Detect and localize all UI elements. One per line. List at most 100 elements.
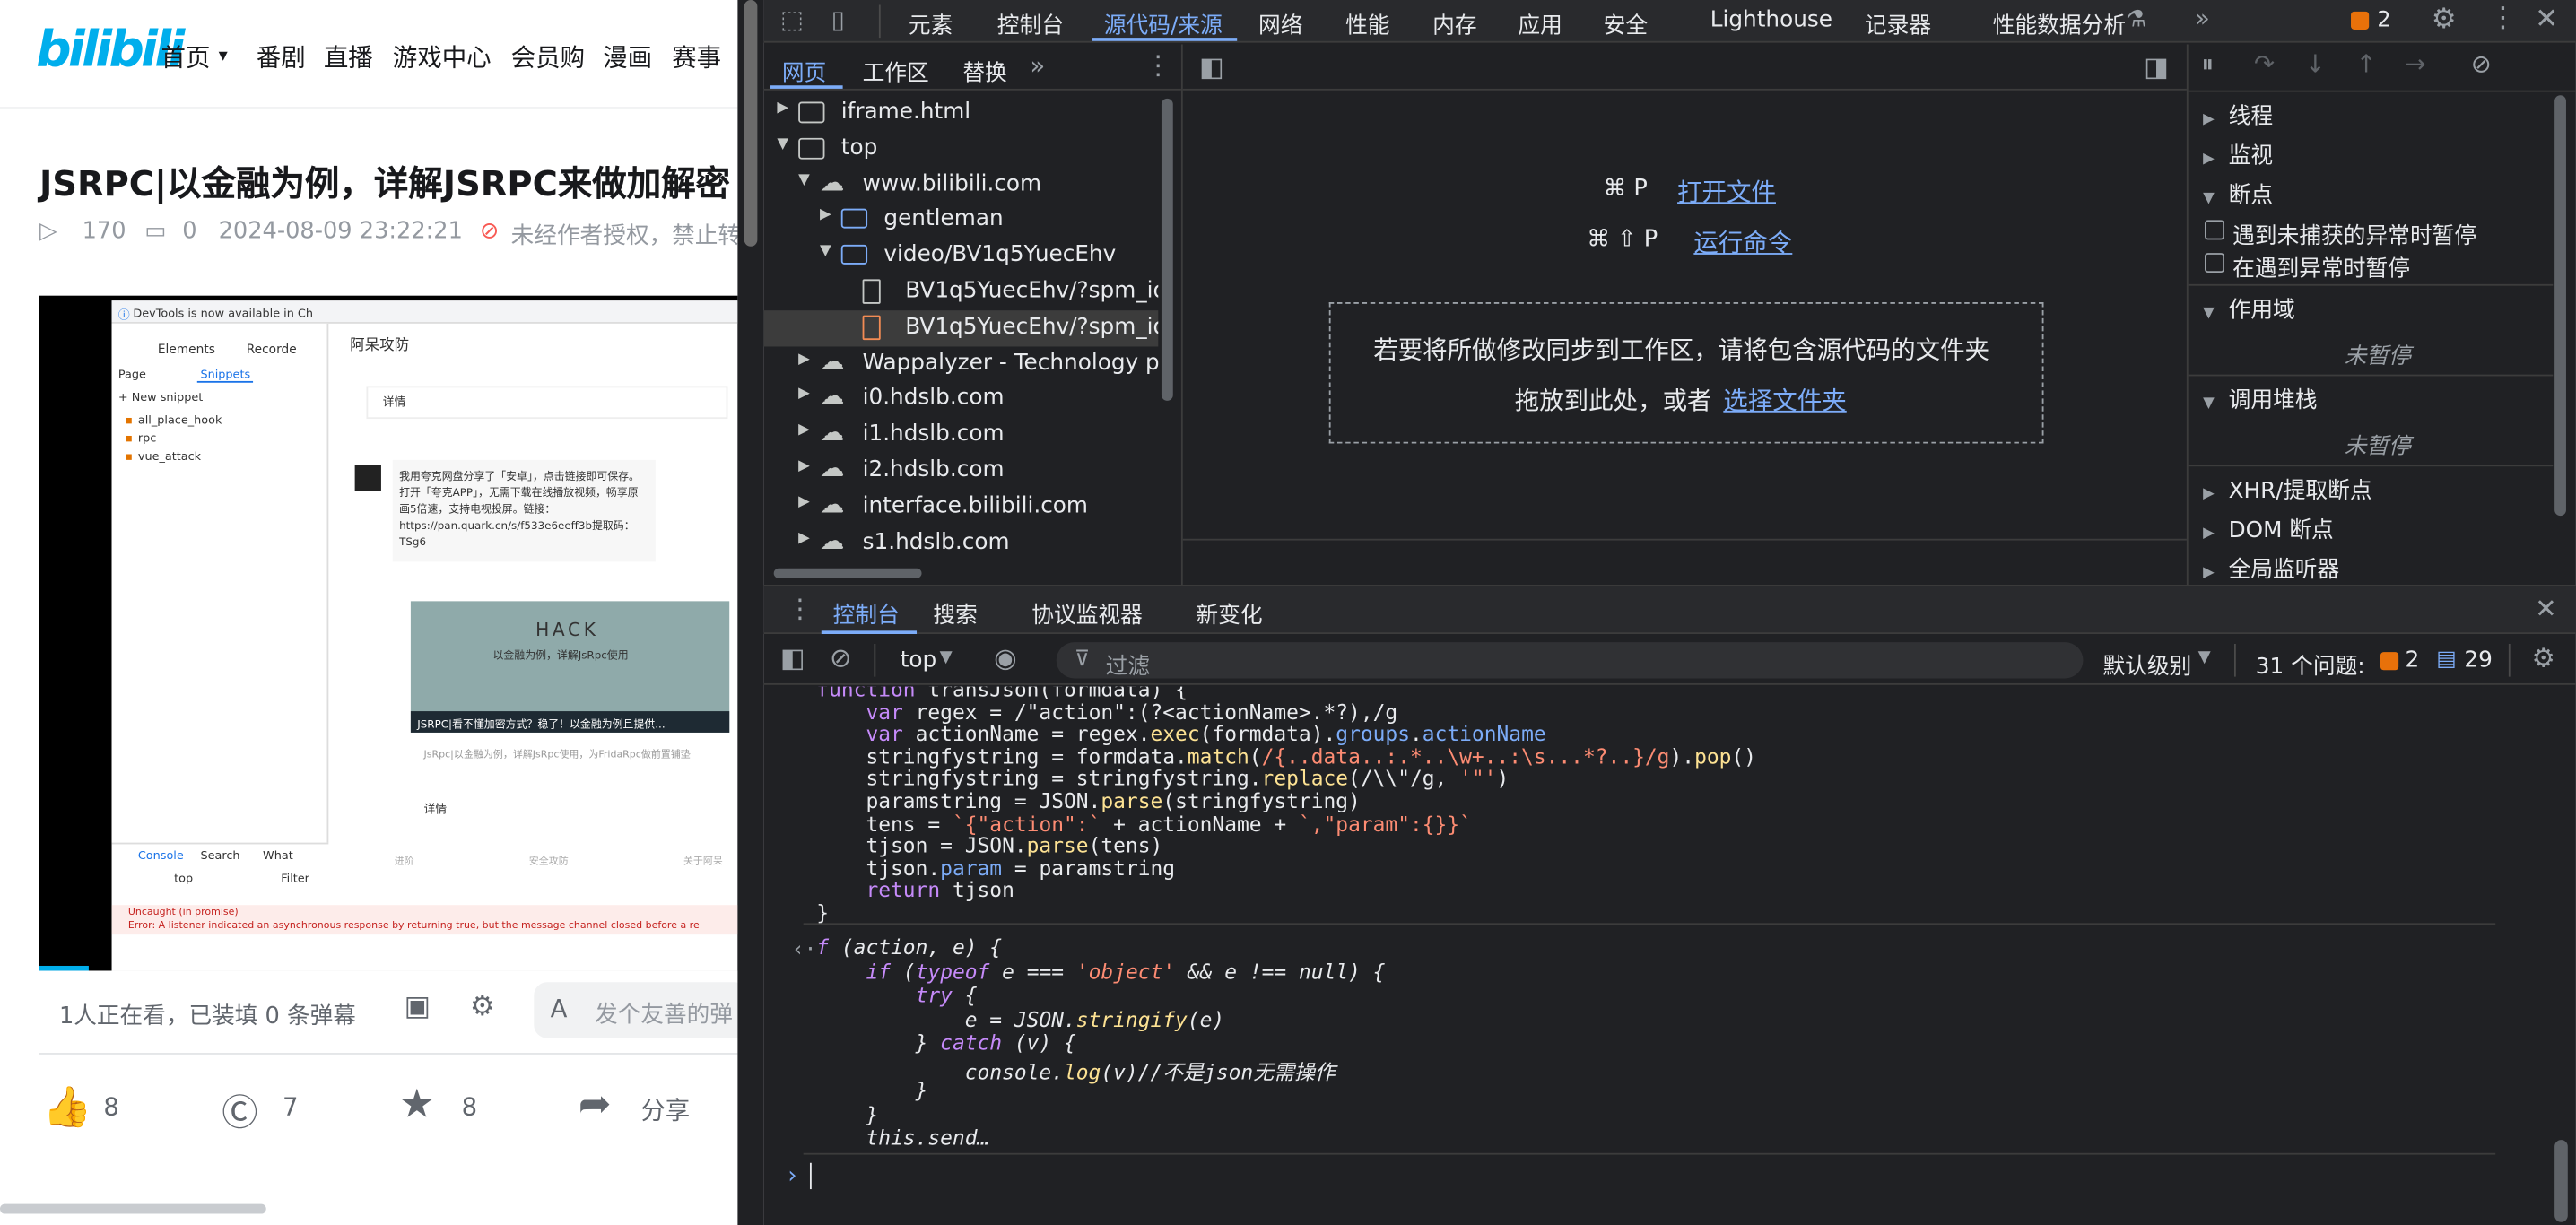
console-result-line[interactable]: this.send… <box>816 1125 989 1150</box>
tree-item[interactable]: ▶ ☁ interface.bilibili.com <box>764 489 1159 525</box>
tab-application[interactable]: 应用 <box>1518 6 1562 39</box>
tree-item[interactable]: ▶ ☁ i2.hdslb.com <box>764 454 1159 490</box>
context-dropdown-icon[interactable]: ▼ <box>940 649 953 666</box>
nav-games[interactable]: 游戏中心 <box>393 39 492 74</box>
nav-home[interactable]: 首页 <box>161 39 210 74</box>
pause-uncaught-checkbox[interactable] <box>2205 220 2224 240</box>
chevron-right-icon[interactable]: ▶ <box>777 100 788 117</box>
nav-manga[interactable]: 漫画 <box>603 39 652 74</box>
tab-network[interactable]: 网络 <box>1258 6 1302 39</box>
drawer-tab-changes[interactable]: 新变化 <box>1196 596 1262 629</box>
drawer-tab-search[interactable]: 搜索 <box>933 596 977 629</box>
deactivate-breakpoints-icon[interactable]: ⊘ <box>2471 52 2492 77</box>
select-folder-link[interactable]: 选择文件夹 <box>1723 383 1846 417</box>
step-into-icon[interactable]: ↓ <box>2305 52 2326 77</box>
navigator-menu-icon[interactable]: ⋮ <box>1145 52 1171 79</box>
tree-item[interactable]: BV1q5YuecEhv/?spm_id_ <box>764 274 1158 310</box>
tree-item[interactable]: ▶ ☁ Wappalyzer - Technology pro <box>764 346 1158 382</box>
nav-tab-workspace[interactable]: 工作区 <box>863 54 929 87</box>
tree-item[interactable]: ▼ top <box>764 131 1159 167</box>
like-icon[interactable]: 👍 <box>43 1084 92 1130</box>
nav-live[interactable]: 直播 <box>324 39 373 74</box>
device-toolbar-icon[interactable]: ▯ <box>831 7 845 32</box>
tree-item[interactable]: ▼ video/BV1q5YuecEhv <box>764 239 1159 274</box>
issues-label[interactable]: 31 个问题: <box>2256 647 2365 680</box>
more-nav-icon[interactable]: » <box>1030 54 1045 78</box>
tree-item[interactable]: ▶ ☁ i0.hdslb.com <box>764 382 1159 418</box>
nav-esports[interactable]: 赛事 <box>672 39 721 74</box>
tab-perf-insights[interactable]: 性能数据分析 <box>1993 6 2126 39</box>
pause-caught-checkbox[interactable] <box>2205 253 2224 274</box>
toggle-navigator-icon[interactable]: ◧ <box>1199 54 1224 80</box>
tab-elements[interactable]: 元素 <box>909 6 953 39</box>
nav-mall[interactable]: 会员购 <box>511 39 585 74</box>
open-file-link[interactable]: 打开文件 <box>1677 174 1776 208</box>
tab-performance[interactable]: 性能 <box>1345 6 1389 39</box>
step-out-icon[interactable]: ↑ <box>2356 52 2377 77</box>
run-command-link[interactable]: 运行命令 <box>1693 225 1792 259</box>
tab-console[interactable]: 控制台 <box>997 6 1064 39</box>
issue-count[interactable]: 2 <box>2377 8 2390 32</box>
nav-anime[interactable]: 番剧 <box>257 39 306 74</box>
console-input[interactable] <box>809 1162 2453 1190</box>
tab-security[interactable]: 安全 <box>1604 6 1648 39</box>
section-xhr-breakpoints[interactable]: ▶ XHR/提取断点 <box>2203 472 2371 504</box>
tree-item[interactable]: ▼ ☁ www.bilibili.com <box>764 167 1159 203</box>
coin-icon[interactable]: Ⓒ <box>222 1084 257 1137</box>
tree-item[interactable]: ▶ iframe.html <box>764 95 1159 131</box>
section-breakpoints[interactable]: ▼ 断点 <box>2203 176 2273 208</box>
toggle-debugger-icon[interactable]: ◨ <box>2144 54 2169 80</box>
star-icon[interactable]: ★ <box>399 1081 434 1126</box>
level-dropdown-icon[interactable]: ▼ <box>2198 649 2211 666</box>
font-icon[interactable]: A <box>551 994 568 1023</box>
section-dom-breakpoints[interactable]: ▶ DOM 断点 <box>2203 511 2334 543</box>
section-call-stack[interactable]: ▼ 调用堆栈 <box>2203 381 2317 413</box>
close-drawer-icon[interactable]: ✕ <box>2535 595 2557 622</box>
step-icon[interactable]: → <box>2405 52 2425 77</box>
console-sidebar-icon[interactable]: ◧ <box>780 645 805 672</box>
sidebar-scrollbar[interactable] <box>2554 95 2566 517</box>
console-result-line[interactable]: f (action, e) { <box>816 934 1002 959</box>
settings-gear-icon[interactable]: ⚙ <box>2432 5 2457 34</box>
chevron-down-icon[interactable]: ▼ <box>777 136 788 152</box>
chevron-right-icon[interactable]: ▶ <box>820 207 831 223</box>
danmaku-toggle-icon[interactable]: ▣ <box>405 990 431 1023</box>
chevron-right-icon[interactable]: ▶ <box>798 422 810 439</box>
section-threads[interactable]: ▶ 线程 <box>2203 97 2273 129</box>
tab-memory[interactable]: 内存 <box>1432 6 1476 39</box>
tree-item[interactable]: BV1q5YuecEhv/?spm_id_ <box>763 309 1159 347</box>
nav-tab-page[interactable]: 网页 <box>782 54 826 87</box>
step-over-icon[interactable]: ↷ <box>2254 52 2275 77</box>
scrollbar-thumb[interactable] <box>744 0 758 247</box>
clear-console-icon[interactable]: ⊘ <box>830 645 852 672</box>
section-scope[interactable]: ▼ 作用域 <box>2203 291 2295 324</box>
tab-sources[interactable]: 源代码/来源 <box>1104 6 1223 39</box>
console-settings-icon[interactable]: ⚙ <box>2531 645 2554 672</box>
share-label[interactable]: 分享 <box>640 1092 690 1126</box>
nav-tab-overrides[interactable]: 替换 <box>962 54 1006 87</box>
video-player[interactable]: ⓘ DevTools is now available in Ch Elemen… <box>39 295 738 971</box>
tree-item[interactable]: ▶ ☁ i1.hdslb.com <box>764 418 1159 454</box>
drop-zone[interactable] <box>1328 302 2044 444</box>
chevron-down-icon[interactable]: ▼ <box>798 172 810 188</box>
chevron-down-icon[interactable]: ▼ <box>820 243 831 259</box>
context-selector[interactable]: top <box>901 647 937 673</box>
console-result-line[interactable]: } <box>816 1078 928 1102</box>
drawer-tab-console[interactable]: 控制台 <box>833 596 900 629</box>
kebab-menu-icon[interactable]: ⋮ <box>2489 4 2517 32</box>
chevron-right-icon[interactable]: ▶ <box>798 494 810 510</box>
inspect-icon[interactable]: ⬚ <box>780 7 804 32</box>
console-result-line[interactable]: e = JSON.stringify(e) <box>816 1006 1225 1030</box>
section-watch[interactable]: ▶ 监视 <box>2203 136 2273 169</box>
tree-scrollbar[interactable] <box>1161 98 1173 401</box>
more-tabs-icon[interactable]: » <box>2195 5 2210 30</box>
split-handle[interactable] <box>737 0 764 1225</box>
console-result-line[interactable]: } catch (v) { <box>816 1030 1076 1054</box>
drawer-menu-icon[interactable]: ⋮ <box>787 595 813 622</box>
tab-recorder[interactable]: 记录器 <box>1865 6 1931 39</box>
chevron-right-icon[interactable]: ▶ <box>798 458 810 474</box>
tree-item[interactable]: ▶ gentleman <box>764 203 1159 239</box>
console-filter-input[interactable] <box>1056 642 2084 679</box>
console-result-line[interactable]: if (typeof e === 'object' && e !== null)… <box>816 959 1385 983</box>
danmaku-settings-icon[interactable]: ⚙ <box>470 990 495 1023</box>
